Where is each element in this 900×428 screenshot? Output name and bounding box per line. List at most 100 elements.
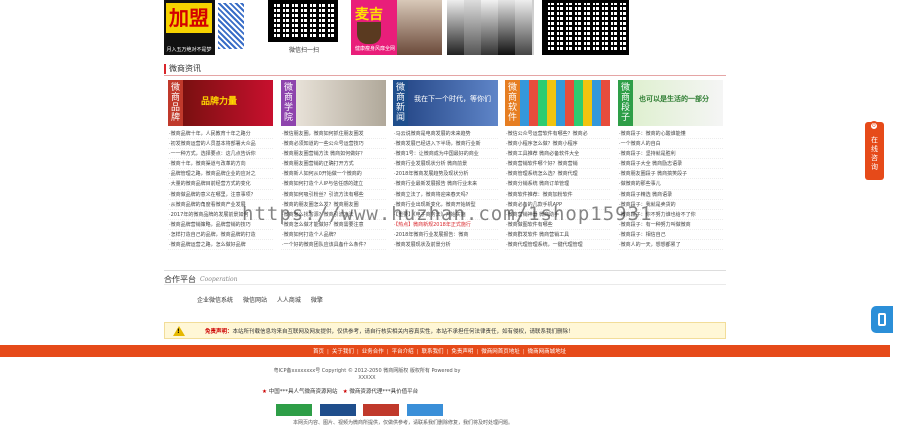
footer-nav: 首页 | 关于我们 | 业务合作 | 平台介绍 | 联系我们 | 免责声明 | 微商网首页地址 | 微商网商… [0,345,890,357]
shop-ad-image[interactable]: 麦吉 健康瘦身风靡全网 [351,0,442,55]
news-item[interactable]: ·微商做品牌的意义在哪里，注意事项？ [168,190,273,200]
column-banner[interactable]: 微商软件 [505,80,610,126]
column-banner[interactable]: 微商新闻 我在下一个时代，等你们 [393,80,498,126]
news-item[interactable]: ·微商如何打造个人IP与信任感的建立 [281,179,386,190]
news-item[interactable]: ·微商行业最新发展报告 微商行业未来 [393,179,498,190]
news-item[interactable]: ·一个好的微商团队应该具备什么条件？ [281,240,386,251]
phone-contact-button[interactable] [871,306,893,333]
watermark: https://www.huzhan.com/1shop15931 [242,203,653,225]
news-item[interactable]: ·微商朋友圈段子 微商搞笑段子 [618,169,723,180]
footer-nav-link[interactable]: 微商网商城地址 [528,349,567,355]
coop-link[interactable]: 微信网站 [243,297,267,304]
footer-nav-link[interactable]: 平台介绍 [392,349,414,355]
cooperation-links: 企业微信系统 微信网站 人人商城 微擎 [197,295,331,304]
badge-text-1: 中国***具人气微商资源网站 [268,389,338,395]
footer-nav-link[interactable]: 微商网首页地址 [481,349,520,355]
footer-nav-link[interactable]: 首页 [313,349,324,355]
column-banner[interactable]: 微商学院 [281,80,386,126]
news-item[interactable]: ·微商段子：坚持就是胜利 [618,149,723,160]
coop-link[interactable]: 微擎 [311,297,323,304]
trust-badge[interactable] [319,404,356,416]
online-consult-button[interactable]: o 在线咨询 [865,121,884,180]
trust-badge[interactable] [363,404,400,416]
news-item[interactable]: ·怎样打造自己的品牌，微商品牌的打造 [168,230,273,241]
news-item[interactable]: ·微商立法了，微商将迎来春天吗？ [393,190,498,200]
column-banner-art: 也可以是生活的一部分 [633,80,723,126]
news-item[interactable]: ·2018年微商发展趋势及现状分析 [393,169,498,180]
cooperation-header: 合作平台 Cooperation [164,270,726,285]
footer-nav-link[interactable]: 关于我们 [332,349,354,355]
column-label: 微商品牌 [168,80,183,126]
news-item[interactable]: ·微商如何吸引粉丝？引流方法有哪些 [281,190,386,200]
news-item[interactable]: ·微商软件推荐：微商加粉软件 [505,190,610,200]
news-item[interactable]: ·微商品牌运营之路，怎么做好品牌 [168,240,273,251]
footer-nav-link[interactable]: 免责声明 [451,349,473,355]
news-item[interactable]: ·马云说微商是电商发展的未来趋势 [393,129,498,140]
news-item[interactable]: ·微信朋友圈，微商如何抓住朋友圈发 [281,129,386,140]
phone-icon [878,313,886,326]
news-item[interactable]: ·做微商的那些事儿 [618,179,723,190]
news-item[interactable]: ·初发微商运营的人员基本将部署大众品 [168,139,273,150]
copyright-line1: 粤ICP备xxxxxxxx号 Copyright © 2012-2050 微商网… [273,368,461,374]
news-item[interactable]: ·微商1号：让微商成为中国最好的商业 [393,149,498,160]
news-item[interactable]: ·微商段子：微商的心酸谁能懂 [618,129,723,140]
news-item[interactable]: ·微商发展已经进入下半场，微商行业新 [393,139,498,150]
column-banner-text: 品牌力量 [201,97,238,107]
news-item[interactable]: ·大量的微商品牌目前经营方式的变化 [168,179,273,190]
copyright: 粤ICP备xxxxxxxx号 Copyright © 2012-2050 微商网… [262,368,472,382]
disclaimer-label: 免责声明： [205,329,233,335]
column-label: 微商新闻 [393,80,408,126]
shop-ad-title: 麦吉 [355,7,383,23]
news-item[interactable]: ·微商发展现状及前景分析 [393,240,498,251]
consult-label: 在线咨询 [871,136,878,171]
copyright-line2: XXXXX [358,375,376,381]
news-item[interactable]: ·微商行业发展现状分析 微商前景 [393,159,498,170]
trust-badge[interactable] [406,404,443,416]
news-item[interactable]: ·品牌管理之路，微商品牌企业的应对之 [168,169,273,180]
news-item[interactable]: ·微信公众号运营软件有哪些？微商必 [505,129,610,140]
news-item[interactable]: ·微商小程序怎么做？微商小程序 [505,139,610,150]
badge-texts: ★ 中国***具人气微商资源网站 ★ 微商资源代理***具价值平台 [262,389,419,395]
fashion-ad-image[interactable] [447,0,534,55]
news-item[interactable]: ·微商营销软件哪个好？微商营销 [505,159,610,170]
news-item[interactable]: ·微商工具推荐 微商必备软件大全 [505,149,610,160]
qr-code-image-2[interactable] [541,0,630,55]
news-item[interactable]: ·微商管理系统怎么选？微商代理 [505,169,610,180]
coop-link[interactable]: 人人商城 [277,297,301,304]
column-label: 微商段子 [618,80,633,126]
footer-nav-link[interactable]: 联系我们 [422,349,444,355]
shop-ad-caption: 健康瘦身风靡全网 [355,46,396,52]
coop-link[interactable]: 企业微信系统 [197,297,233,304]
news-item[interactable]: ·微商十年，微商渠道与改革的方向 [168,159,273,170]
news-item[interactable]: ·微商段子：相信自己 [618,230,723,241]
news-item[interactable]: ·微商代理管理系统，一键代理管理 [505,240,610,251]
news-item[interactable]: ·微商必须知道的一些公众号运营技巧 [281,139,386,150]
column-banner-art [296,80,386,126]
news-item[interactable]: ·微商朋友圈营销方法 微商如何做好？ [281,149,386,160]
consult-icon: o [869,121,879,131]
wechat-qr-image[interactable]: 微信扫一扫 [264,0,344,55]
news-item[interactable]: ·一个微商人的自白 [618,139,723,150]
news-item[interactable]: ·微商人的一天，想想都累了 [618,240,723,251]
badge-text-2: 微商资源代理***具价值平台 [349,389,419,395]
column-banner[interactable]: 微商段子 也可以是生活的一部分 [618,80,723,126]
news-item[interactable]: ·微商段子大全 微商励志语录 [618,159,723,170]
column-banner[interactable]: 微商品牌 品牌力量 [168,80,273,126]
section-header: 微商资讯 [164,62,726,76]
column-banner-art: 我在下一个时代，等你们 [408,80,498,126]
footer-nav-link[interactable]: 业务合作 [362,349,384,355]
column-banner-art: 品牌力量 [183,80,273,126]
trust-badge[interactable] [276,404,312,416]
join-ad-image[interactable]: 加盟 月入五万绝对不是梦 [164,0,215,55]
news-item[interactable]: ·微商新人如何从0开始做一个微商的 [281,169,386,180]
qr-code-image[interactable] [217,0,246,55]
cooperation-title: 合作平台 [164,275,196,284]
news-item[interactable]: ·微商段子精选 微商语录 [618,190,723,200]
news-item[interactable]: ·微商朋友圈营销的正确打开方式 [281,159,386,170]
news-item[interactable]: ·2018年微商行业发展报告：微商 [393,230,498,241]
news-item[interactable]: ·微商群发软件 微商营销工具 [505,230,610,241]
news-item[interactable]: ·微商品牌十年，人民教育十年之路分 [168,129,273,140]
news-item[interactable]: ·微商如何打造个人品牌？ [281,230,386,241]
news-item[interactable]: ·微商分销系统 微商订单管理 [505,179,610,190]
news-item[interactable]: ·一一种方式，选择要点：这几点告诉你 [168,149,273,160]
